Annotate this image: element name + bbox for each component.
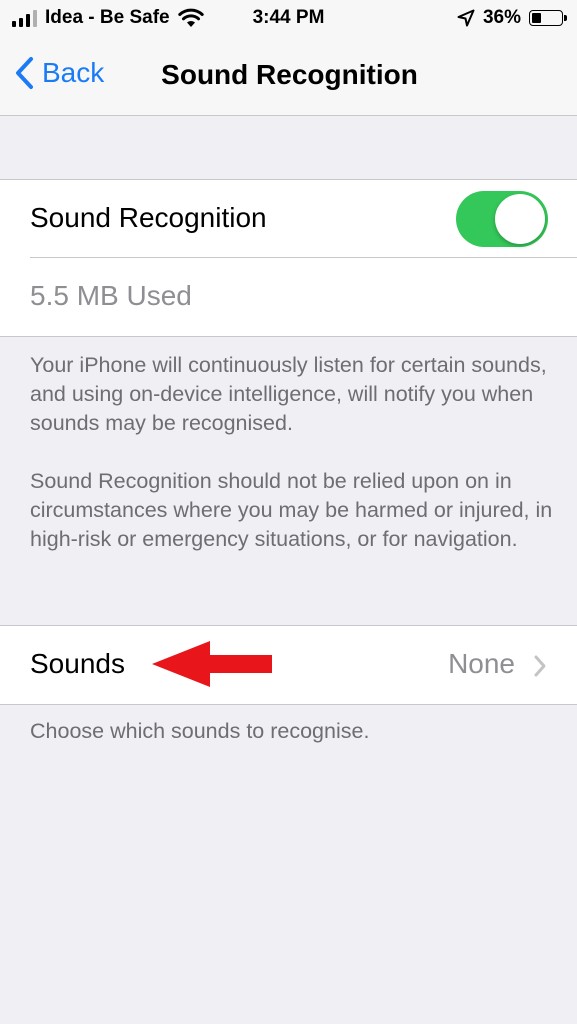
sounds-row[interactable]: Sounds None	[0, 626, 577, 704]
storage-row: 5.5 MB Used	[0, 258, 577, 336]
storage-used-label: 5.5 MB Used	[30, 280, 192, 311]
battery-icon	[529, 10, 567, 26]
page-title: Sound Recognition	[161, 59, 418, 90]
status-bar: Idea - Be Safe 3:44 PM 36%	[0, 0, 577, 38]
sound-recognition-group: Sound Recognition 5.5 MB Used	[0, 179, 577, 337]
sound-recognition-label: Sound Recognition	[30, 202, 267, 233]
sounds-footnote: Choose which sounds to recognise.	[30, 719, 370, 743]
toggle-knob	[495, 194, 545, 244]
sounds-group: Sounds None	[0, 625, 577, 705]
description-footnote: Your iPhone will continuously listen for…	[30, 351, 560, 554]
sound-recognition-toggle[interactable]	[456, 191, 548, 247]
battery-percent: 36%	[482, 7, 521, 28]
red-arrow-annotation-icon	[152, 641, 272, 687]
chevron-right-icon	[534, 655, 546, 677]
description-paragraph-2: Sound Recognition should not be relied u…	[30, 469, 553, 551]
description-paragraph-1: Your iPhone will continuously listen for…	[30, 353, 547, 435]
sound-recognition-row: Sound Recognition	[0, 180, 577, 258]
sounds-value: None	[448, 648, 515, 679]
navigation-bar: Back Sound Recognition	[0, 38, 577, 116]
sounds-label: Sounds	[30, 648, 125, 679]
location-arrow-icon	[457, 9, 475, 27]
